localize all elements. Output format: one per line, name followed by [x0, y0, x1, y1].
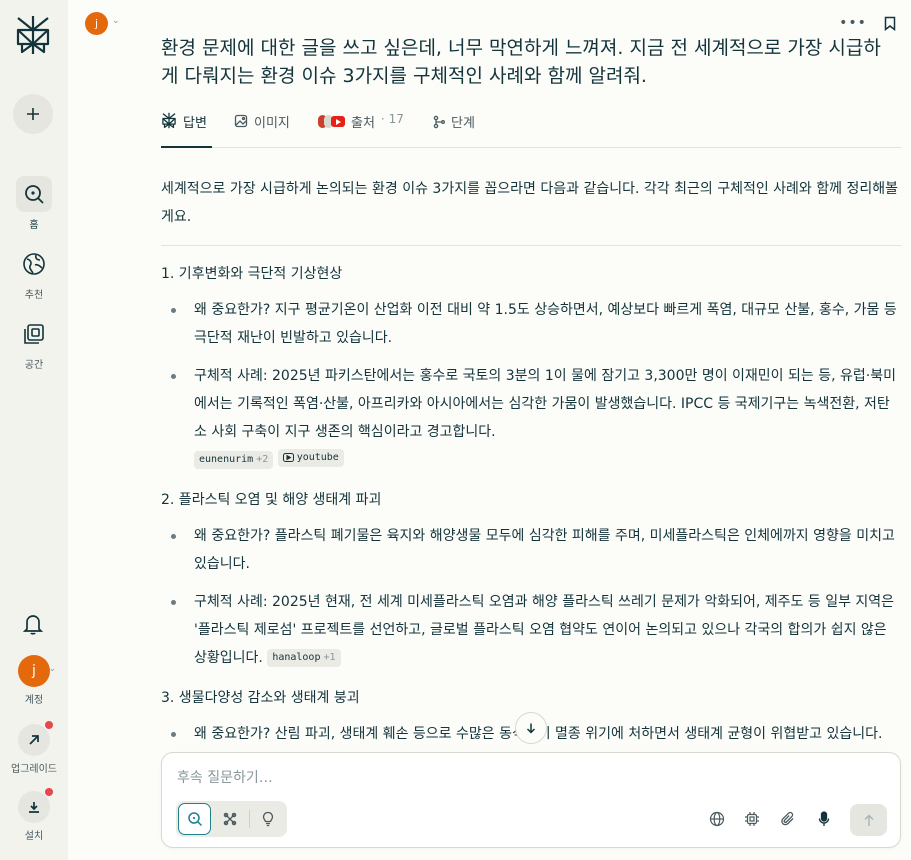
video-icon — [282, 453, 294, 462]
perplexity-logo[interactable] — [14, 14, 52, 56]
section-bullets: 왜 중요한가? 플라스틱 폐기물은 육지와 해양생물 모두에 심각한 피해를 주… — [161, 522, 901, 672]
section-title: 3. 생물다양성 감소와 생태계 붕괴 — [161, 690, 360, 706]
mode-research-button[interactable] — [213, 803, 246, 835]
lightbulb-icon — [263, 811, 274, 827]
citation-chip[interactable]: eunenurim +2 — [194, 451, 274, 469]
divider — [161, 245, 901, 246]
globe-icon — [16, 246, 52, 282]
list-item: 왜 중요한가? 지구 평균기온이 산업화 이전 대비 약 1.5도 상승하면서,… — [161, 296, 901, 352]
arrow-up-icon — [864, 814, 873, 826]
source-favicons — [318, 115, 345, 128]
sidebar-item-home[interactable]: 홈 — [0, 176, 68, 231]
download-icon — [29, 802, 39, 813]
section-title: 1. 기후변화와 극단적 기상현상 — [161, 266, 343, 282]
bookmark-icon — [884, 16, 896, 31]
section-title: 2. 플라스틱 오염 및 해양 생태계 파괴 — [161, 492, 382, 508]
thread-question: 환경 문제에 대한 글을 쓰고 싶은데, 너무 막연하게 느껴져. 지금 전 세… — [161, 37, 881, 87]
perplexity-icon — [162, 112, 176, 129]
arrow-down-icon — [526, 723, 536, 734]
list-item: 구체적 사례: 2025년 파키스탄에서는 홍수로 국토의 3분의 1이 물에 … — [161, 362, 901, 474]
source-selector-button[interactable] — [706, 808, 728, 830]
upgrade-button[interactable] — [18, 721, 53, 756]
install-button[interactable] — [18, 788, 53, 823]
citation-chip[interactable]: hanaloop +1 — [267, 649, 341, 667]
attach-button[interactable] — [777, 808, 799, 830]
sources-count-value: 17 — [388, 112, 404, 126]
tab-label: 답변 — [183, 116, 207, 131]
tab-answer[interactable]: 답변 — [161, 110, 212, 148]
sidebar-item-account[interactable]: j ⌄ 계정 — [0, 655, 68, 706]
steps-icon — [433, 115, 445, 129]
chevron-down-icon[interactable]: ⌄ — [112, 16, 120, 26]
section-bullets: 왜 중요한가? 지구 평균기온이 산업화 이전 대비 약 1.5도 상승하면서,… — [161, 296, 901, 474]
list-item: 왜 중요한가? 플라스틱 폐기물은 육지와 해양생물 모두에 심각한 피해를 주… — [161, 522, 901, 578]
spaces-icon — [16, 316, 52, 352]
account-label: 계정 — [24, 695, 44, 706]
submit-button[interactable] — [850, 804, 887, 836]
globe-icon — [709, 811, 725, 827]
microphone-icon — [818, 811, 830, 826]
list-item-text: 왜 중요한가? 지구 평균기온이 산업화 이전 대비 약 1.5도 상승하면서,… — [194, 302, 897, 346]
list-item-text: 왜 중요한가? 플라스틱 폐기물은 육지와 해양생물 모두에 심각한 피해를 주… — [194, 528, 895, 572]
notification-dot — [45, 721, 53, 729]
notification-dot — [45, 788, 53, 796]
model-selector-button[interactable] — [741, 808, 763, 830]
citation-source: hanaloop — [272, 652, 321, 663]
mode-labs-button[interactable] — [252, 803, 285, 835]
sidebar-item-label: 홈 — [29, 220, 39, 231]
more-options-button[interactable]: ••• — [839, 12, 867, 34]
sidebar-item-upgrade[interactable]: 업그레이드 — [0, 721, 68, 775]
citation-source: youtube — [296, 451, 339, 463]
sidebar-item-discover[interactable]: 추천 — [0, 246, 68, 301]
image-icon — [234, 114, 248, 128]
search-mode-selector — [176, 801, 287, 837]
follow-up-composer: 후속 질문하기… — [161, 752, 901, 848]
list-item: 구체적 사례: 2025년 현재, 전 세계 미세플라스틱 오염과 해양 플라스… — [161, 588, 901, 672]
scroll-to-bottom-button[interactable] — [515, 712, 547, 744]
answer-intro: 세계적으로 가장 시급하게 논의되는 환경 이슈 3가지를 꼽으라면 다음과 같… — [161, 181, 898, 225]
citation-more: +2 — [256, 454, 269, 465]
arrow-up-right-icon — [29, 735, 39, 745]
install-label: 설치 — [24, 831, 44, 842]
follow-up-input[interactable]: 후속 질문하기… — [177, 767, 273, 787]
sidebar-item-install[interactable]: 설치 — [0, 788, 68, 842]
upgrade-label: 업그레이드 — [11, 764, 57, 775]
bookmark-button[interactable] — [880, 13, 900, 33]
tab-sources[interactable]: 출처 · 17 — [318, 110, 404, 148]
search-icon — [16, 176, 52, 212]
tab-label: 단계 — [451, 116, 475, 131]
sidebar: 홈 추천 공간 j ⌄ 계정 업그레이드 설치 — [0, 0, 68, 860]
bell-icon — [23, 615, 43, 635]
sidebar-item-spaces[interactable]: 공간 — [0, 316, 68, 371]
citation-source: eunenurim — [199, 454, 254, 465]
citation-chip[interactable]: youtube — [277, 448, 344, 467]
new-thread-button[interactable] — [13, 94, 53, 134]
tab-images[interactable]: 이미지 — [234, 110, 290, 148]
tab-label: 출처 — [351, 116, 375, 131]
avatar: j — [18, 655, 50, 687]
cpu-icon — [745, 812, 759, 826]
mode-divider — [248, 810, 250, 828]
youtube-icon — [331, 116, 345, 127]
citation-more: +1 — [323, 652, 336, 663]
thread-author-avatar[interactable]: j — [85, 12, 108, 35]
sidebar-item-label: 공간 — [24, 360, 44, 371]
chevron-down-icon: ⌄ — [48, 664, 56, 674]
notifications-button[interactable] — [20, 611, 46, 637]
search-icon — [187, 812, 202, 827]
answer-tabs: 답변 이미지 출처 · 17 단계 — [161, 110, 901, 148]
ellipsis-icon: ••• — [839, 15, 867, 31]
sidebar-item-label: 추천 — [24, 290, 44, 301]
paperclip-icon — [781, 811, 794, 826]
voice-input-button[interactable] — [813, 808, 835, 830]
tab-label: 이미지 — [254, 116, 290, 131]
tab-steps[interactable]: 단계 — [433, 110, 475, 148]
list-item-text: 구체적 사례: 2025년 파키스탄에서는 홍수로 국토의 3분의 1이 물에 … — [194, 368, 896, 440]
answer-body: 세계적으로 가장 시급하게 논의되는 환경 이슈 3가지를 꼽으라면 다음과 같… — [161, 175, 901, 760]
research-icon — [223, 812, 237, 826]
sources-count: · 17 — [380, 112, 404, 126]
mode-search-button[interactable] — [178, 803, 212, 835]
